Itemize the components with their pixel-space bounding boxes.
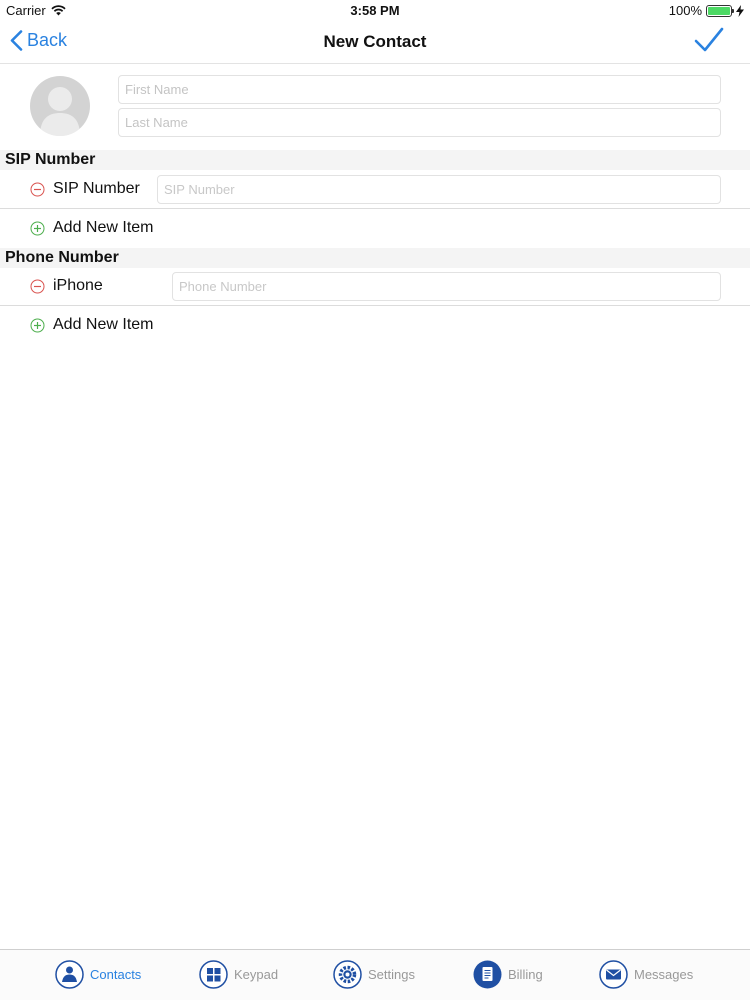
- tab-keypad-label: Keypad: [234, 967, 279, 982]
- phone-type-label[interactable]: iPhone: [53, 277, 103, 295]
- status-right: 100%: [669, 3, 744, 18]
- keypad-icon: [199, 960, 228, 989]
- tab-contacts-label: Contacts: [90, 967, 142, 982]
- tab-billing-label: Billing: [508, 967, 543, 982]
- sip-number-label: SIP Number: [53, 180, 140, 197]
- battery-icon: [706, 4, 734, 17]
- tab-settings-label: Settings: [368, 967, 415, 982]
- contact-avatar[interactable]: [30, 76, 90, 136]
- first-name-field[interactable]: [118, 75, 721, 104]
- phone-section-header: Phone Number: [0, 248, 750, 268]
- page-title: New Contact: [323, 32, 427, 51]
- settings-icon: [333, 960, 362, 989]
- phone-number-input[interactable]: [172, 272, 721, 301]
- sip-add-item-label: Add New Item: [53, 219, 154, 236]
- tab-keypad[interactable]: Keypad: [199, 960, 278, 989]
- tab-billing[interactable]: Billing: [473, 960, 543, 989]
- save-button[interactable]: [694, 26, 724, 61]
- tab-contacts[interactable]: Contacts: [55, 960, 141, 989]
- tab-messages[interactable]: Messages: [599, 960, 693, 989]
- person-silhouette-icon: [40, 87, 80, 136]
- sip-number-input[interactable]: [157, 175, 721, 204]
- phone-add-item-label: Add New Item: [53, 316, 154, 333]
- add-icon[interactable]: [30, 221, 45, 236]
- last-name-field[interactable]: [118, 108, 721, 137]
- checkmark-icon: [694, 27, 724, 52]
- navigation-bar: Back New Contact: [0, 22, 750, 64]
- add-icon[interactable]: [30, 318, 45, 333]
- remove-icon[interactable]: [30, 279, 45, 294]
- remove-icon[interactable]: [30, 182, 45, 197]
- messages-icon: [599, 960, 628, 989]
- phone-add-item-row[interactable]: Add New Item: [0, 306, 750, 345]
- status-time: 3:58 PM: [350, 3, 400, 18]
- status-bar: Carrier 3:58 PM 100%: [0, 0, 750, 22]
- sip-add-item-row[interactable]: Add New Item: [0, 209, 750, 248]
- charging-icon: [736, 4, 744, 17]
- tab-messages-label: Messages: [634, 967, 694, 982]
- tab-bar: Contacts Keypad Settings Billing Message…: [0, 949, 750, 1000]
- battery-percent: 100%: [668, 3, 702, 18]
- contacts-icon: [55, 960, 84, 989]
- sip-section-header: SIP Number: [0, 150, 750, 170]
- tab-settings[interactable]: Settings: [333, 960, 415, 989]
- billing-icon: [473, 960, 502, 989]
